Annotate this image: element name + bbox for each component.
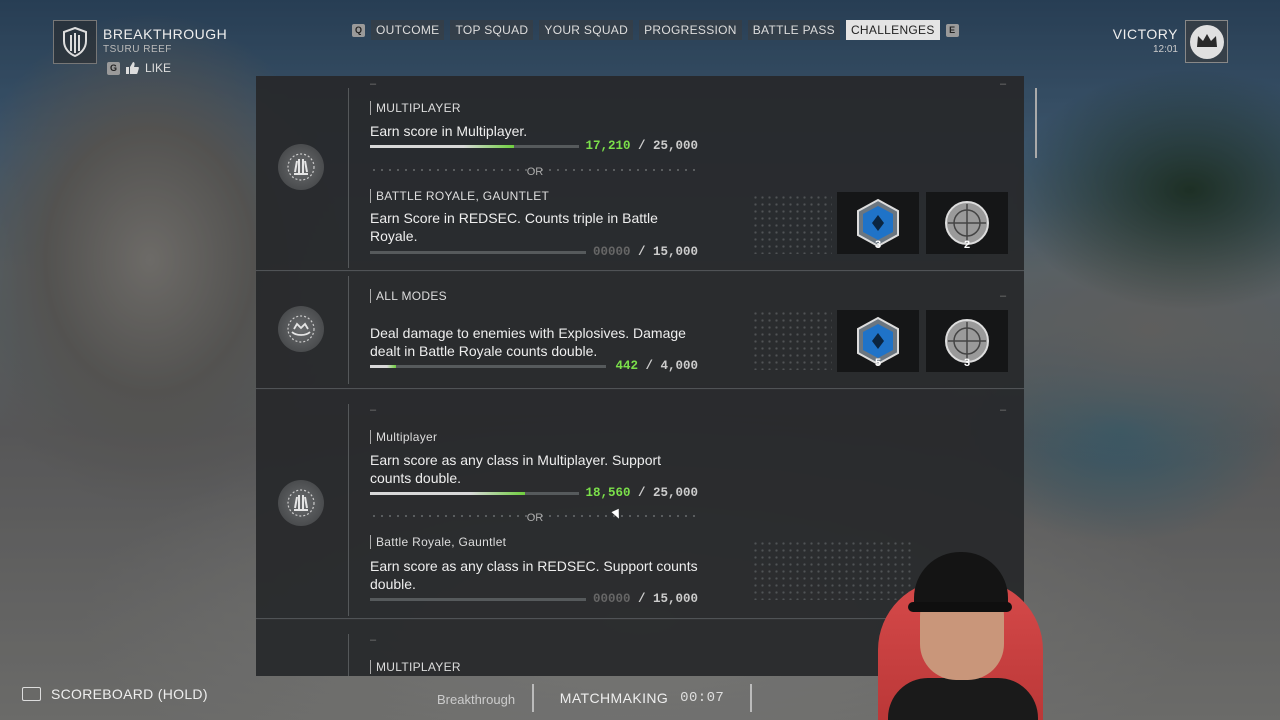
challenge-progress-text: 18,560 / 25,000 [585, 486, 698, 500]
challenge-mode-label: Battle Royale, Gauntlet [370, 535, 506, 549]
decor-dot-grid [752, 194, 832, 254]
like-label: LIKE [145, 61, 172, 75]
challenge-progress-text: 17,210 / 25,000 [585, 139, 698, 153]
reward-crosshair-token: 3 [926, 310, 1008, 372]
decor-dot-grid [752, 310, 832, 370]
challenge-mode-label: BATTLE ROYALE, GAUNTLET [370, 189, 549, 203]
explosion-emblem-icon [278, 306, 324, 352]
crossed-hands-emblem-icon [278, 144, 324, 190]
challenge-mode-label: MULTIPLAYER [370, 101, 461, 115]
scoreboard-icon [22, 687, 41, 701]
challenge-mode-label: ALL MODES [370, 289, 447, 303]
crossed-hands-emblem-icon [278, 480, 324, 526]
challenge-description: Earn score in Multiplayer. [370, 123, 528, 139]
challenge-progress-text: 442 / 4,000 [615, 359, 698, 373]
challenge-description: Earn Score in REDSEC. Counts triple in B… [370, 210, 658, 244]
or-separator: OR [526, 512, 544, 524]
tab-bar: Q OUTCOME TOP SQUAD YOUR SQUAD PROGRESSI… [352, 20, 959, 40]
webcam-overlay [868, 540, 1058, 720]
or-separator: OR [526, 166, 544, 178]
progress-fill [370, 145, 515, 148]
current-mode-label: Breakthrough [437, 692, 516, 707]
reward-xp-token: 3 [837, 192, 919, 254]
matchmaking-label: MATCHMAKING [559, 690, 669, 706]
challenge-progress-text: 00000 / 15,000 [592, 592, 698, 606]
tab-outcome[interactable]: OUTCOME [371, 20, 445, 40]
challenge-card[interactable]: – – MULTIPLAYER Earn score in Multiplaye… [256, 76, 1024, 271]
tab-challenges[interactable]: CHALLENGES [845, 20, 940, 40]
result-title: VICTORY [1112, 26, 1178, 42]
like-key-hint: G [107, 61, 120, 75]
tab-prev-key-hint[interactable]: Q [352, 23, 365, 37]
progress-fill [370, 365, 396, 368]
tab-progression[interactable]: PROGRESSION [639, 20, 742, 40]
tab-your-squad[interactable]: YOUR SQUAD [539, 20, 634, 40]
tab-top-squad[interactable]: TOP SQUAD [450, 20, 534, 40]
map-name: TSURU REEF [103, 44, 172, 55]
challenge-mode-label: MULTIPLAYER [370, 660, 461, 674]
scoreboard-button[interactable]: SCOREBOARD (HOLD) [22, 686, 208, 702]
tab-next-key-hint[interactable]: E [945, 23, 959, 37]
shield-icon [63, 27, 87, 57]
thumbs-up-icon [126, 62, 139, 74]
match-result: VICTORY 12:01 [1113, 26, 1178, 55]
matchmaking-status: MATCHMAKING 00:07 [532, 684, 752, 712]
challenge-mode-label: Multiplayer [370, 430, 437, 444]
reward-crosshair-token: 2 [926, 192, 1008, 254]
challenge-description: Earn score as any class in REDSEC. Suppo… [370, 558, 698, 592]
like-button[interactable]: G LIKE [107, 61, 171, 75]
panel-scrollbar[interactable] [1035, 88, 1037, 158]
match-time: 12:01 [1152, 44, 1178, 55]
victory-badge [1185, 20, 1228, 63]
challenge-description: Earn score as any class in Multiplayer. … [370, 452, 662, 486]
map-mode-title: BREAKTHROUGH [103, 26, 228, 42]
reward-xp-token: 5 [837, 310, 919, 372]
game-mode-emblem [53, 20, 97, 64]
challenge-card[interactable]: – ALL MODES Deal damage to enemies with … [256, 272, 1024, 389]
matchmaking-timer: 00:07 [680, 690, 725, 706]
scoreboard-label: SCOREBOARD (HOLD) [51, 686, 208, 702]
crown-icon [1189, 24, 1224, 59]
challenge-progress-text: 00000 / 15,000 [592, 245, 698, 259]
challenge-description: Deal damage to enemies with Explosives. … [370, 325, 686, 359]
tab-battle-pass[interactable]: BATTLE PASS [747, 20, 840, 40]
